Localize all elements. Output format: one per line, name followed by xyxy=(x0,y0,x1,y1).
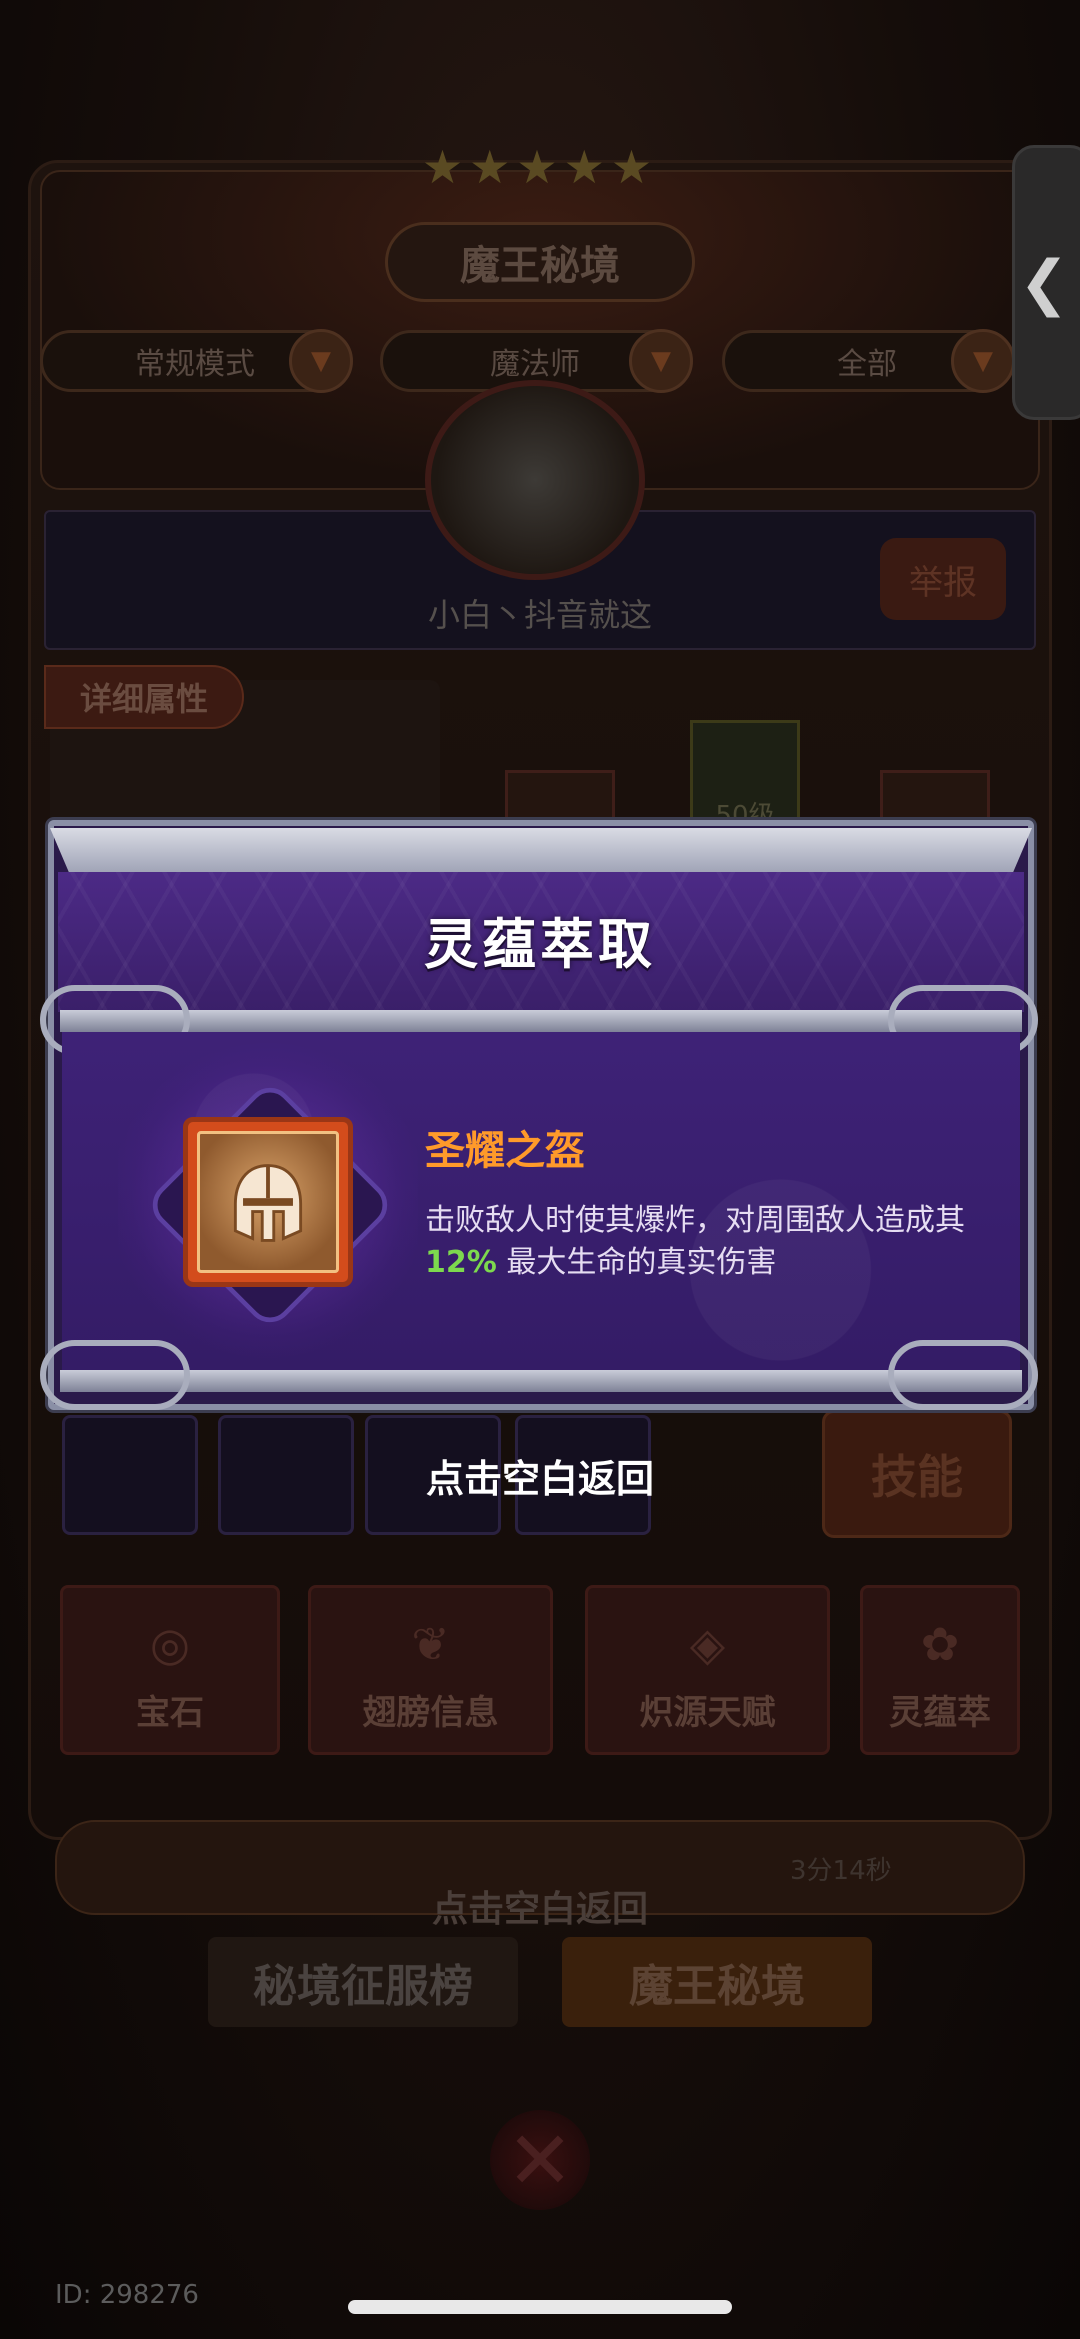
tab-talent[interactable]: ◈ 炽源天赋 xyxy=(585,1585,830,1755)
item-icon-inner xyxy=(197,1131,339,1273)
scroll-ornament xyxy=(888,1340,1038,1410)
spirit-icon: ✿ xyxy=(920,1617,960,1671)
chevron-down-icon: ▼ xyxy=(629,329,693,393)
chevron-down-icon: ▼ xyxy=(289,329,353,393)
tab-spirit-label: 灵蕴萃 xyxy=(889,1693,991,1733)
report-button[interactable]: 举报 xyxy=(880,538,1006,620)
background-return-text: 点击空白返回 xyxy=(431,1889,648,1930)
tab-wings-label: 翅膀信息 xyxy=(362,1693,499,1733)
mode-dropdown-label: 常规模式 xyxy=(135,347,255,382)
scope-dropdown[interactable]: 全部 ▼ xyxy=(722,329,1015,393)
gem-icon: ◎ xyxy=(149,1617,191,1671)
tab-gems[interactable]: ◎ 宝石 xyxy=(60,1585,280,1755)
chevron-left-icon: ❮ xyxy=(1018,247,1070,318)
tab-gems-label: 宝石 xyxy=(136,1693,204,1733)
chevron-down-icon: ▼ xyxy=(951,329,1015,393)
scope-dropdown-label: 全部 xyxy=(837,347,897,382)
tab-spirit[interactable]: ✿ 灵蕴萃 xyxy=(860,1585,1020,1755)
item-description: 击败敌人时使其爆炸，对周围敌人造成其 12% 最大生命的真实伤害 xyxy=(425,1200,995,1284)
item-icon-frame[interactable] xyxy=(183,1117,353,1287)
demon-realm-button[interactable]: 魔王秘境 xyxy=(562,1937,872,2027)
avatar[interactable] xyxy=(425,380,645,580)
modal-title: 灵蕴萃取 xyxy=(424,913,656,976)
tab-wings[interactable]: ❦ 翅膀信息 xyxy=(308,1585,553,1755)
item-desc-highlight: 12% xyxy=(425,1245,497,1280)
wings-icon: ❦ xyxy=(411,1617,450,1671)
modal-header-trim xyxy=(50,828,1032,874)
helmet-icon xyxy=(233,1164,303,1242)
close-emblem-icon[interactable]: ✕ xyxy=(490,2110,590,2210)
modal-footer-trim xyxy=(60,1370,1022,1392)
tap-blank-to-return[interactable]: 点击空白返回 xyxy=(0,1448,1080,1503)
player-id: ID: 298276 xyxy=(55,2280,199,2310)
home-indicator[interactable] xyxy=(348,2300,732,2314)
item-desc-text: 击败敌人时使其爆炸，对周围敌人造成其 xyxy=(425,1203,965,1238)
item-name: 圣耀之盔 xyxy=(425,1128,585,1174)
modal-divider xyxy=(60,1010,1022,1032)
talent-icon: ◈ xyxy=(689,1617,726,1671)
side-panel-handle[interactable]: ❮ xyxy=(1012,145,1080,420)
class-dropdown-label: 魔法师 xyxy=(490,347,580,382)
mode-dropdown[interactable]: 常规模式 ▼ xyxy=(40,329,353,393)
item-desc-text-end: 最大生命的真实伤害 xyxy=(506,1245,777,1280)
ranking-button[interactable]: 秘境征服榜 xyxy=(208,1937,518,2027)
star-rating: ★★★★★ xyxy=(421,140,659,194)
detail-attributes-tab[interactable]: 详细属性 xyxy=(44,665,244,729)
tab-talent-label: 炽源天赋 xyxy=(639,1693,776,1733)
equip-slot[interactable]: 50级 xyxy=(690,720,800,835)
page-title: 魔王秘境 xyxy=(385,222,695,302)
